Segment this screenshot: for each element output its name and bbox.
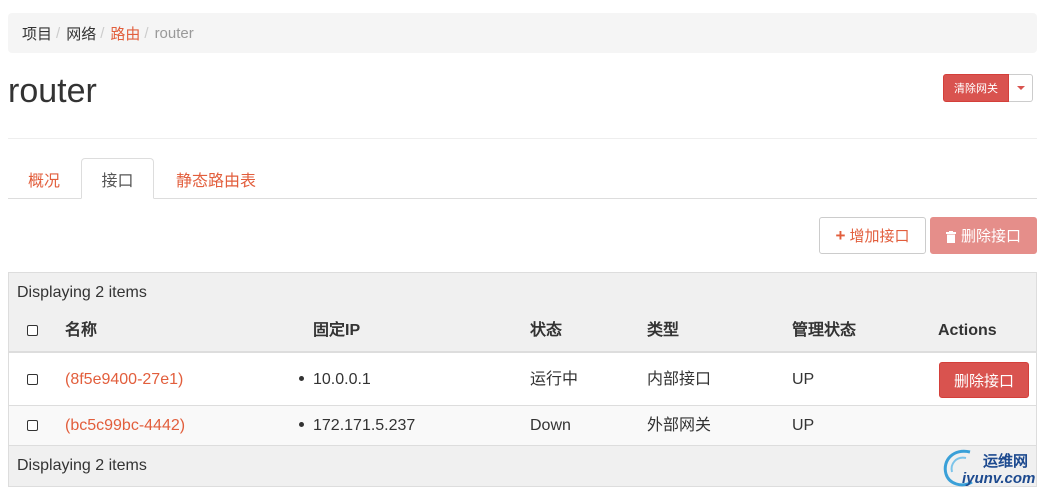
- interfaces-table: Displaying 2 items 名称 固定IP 状态 类型 管理状态 Ac…: [8, 272, 1037, 487]
- delete-interfaces-label: 删除接口: [960, 228, 1021, 245]
- fixed-ip-value: 10.0.0.1: [313, 371, 371, 388]
- tab-static-routes[interactable]: 静态路由表: [163, 158, 269, 199]
- breadcrumb-separator: /: [144, 24, 149, 42]
- type-cell: 内部接口: [647, 371, 712, 388]
- add-interface-label: 增加接口: [849, 228, 910, 245]
- breadcrumb: 项目 / 网络 / 路由 / router: [8, 13, 1037, 53]
- tab-overview[interactable]: 概况: [8, 158, 80, 199]
- page-title: router: [8, 72, 97, 110]
- caret-down-icon: [1016, 86, 1025, 90]
- table-row: (8f5e9400-27e1) 10.0.0.1 运行中 内部接口 UP 删除接…: [9, 353, 1036, 406]
- tab-interfaces[interactable]: 接口: [81, 158, 154, 199]
- clear-gateway-button[interactable]: 清除网关: [943, 74, 1009, 102]
- fixed-ip-cell: 172.171.5.237: [299, 416, 415, 436]
- bullet-icon: [299, 376, 304, 382]
- bullet-icon: [299, 422, 304, 428]
- table-item-count-footer: Displaying 2 items: [17, 457, 147, 474]
- table-caption-row: Displaying 2 items: [9, 273, 1036, 308]
- watermark-logo: 运维网 iyunv.com: [940, 446, 1040, 490]
- watermark-url: iyunv.com: [962, 470, 1036, 487]
- type-cell: 外部网关: [647, 417, 712, 434]
- fixed-ip-value: 172.171.5.237: [313, 417, 416, 434]
- row-checkbox[interactable]: [27, 374, 38, 385]
- table-item-count: Displaying 2 items: [17, 284, 147, 301]
- breadcrumb-item-routers[interactable]: 路由: [110, 23, 140, 44]
- column-header-fixed-ip[interactable]: 固定IP: [313, 321, 360, 341]
- table-footer-row: Displaying 2 items: [9, 446, 1036, 486]
- breadcrumb-item-current: router: [154, 24, 194, 42]
- fixed-ip-cell: 10.0.0.1: [299, 370, 371, 390]
- watermark-text: 运维网: [983, 453, 1029, 470]
- delete-interfaces-button[interactable]: 删除接口: [930, 217, 1037, 254]
- plus-icon: +: [835, 225, 846, 245]
- column-header-actions: Actions: [938, 322, 997, 339]
- router-actions: 清除网关: [943, 74, 1033, 102]
- admin-state-cell: UP: [792, 371, 815, 388]
- interface-name-link[interactable]: (8f5e9400-27e1): [65, 370, 183, 390]
- actions-dropdown-toggle[interactable]: [1009, 74, 1033, 102]
- table-header-row: 名称 固定IP 状态 类型 管理状态 Actions: [9, 308, 1036, 353]
- breadcrumb-item-project[interactable]: 项目: [22, 23, 52, 44]
- status-cell: 运行中: [530, 371, 579, 388]
- column-header-status[interactable]: 状态: [530, 321, 562, 341]
- column-header-type[interactable]: 类型: [647, 321, 679, 341]
- admin-state-cell: UP: [792, 417, 815, 434]
- row-checkbox[interactable]: [27, 420, 38, 431]
- table-row: (bc5c99bc-4442) 172.171.5.237 Down 外部网关 …: [9, 406, 1036, 446]
- interface-name-link[interactable]: (bc5c99bc-4442): [65, 416, 185, 436]
- divider: [8, 138, 1037, 139]
- status-cell: Down: [530, 417, 571, 434]
- delete-interface-button[interactable]: 删除接口: [939, 362, 1029, 398]
- breadcrumb-item-network[interactable]: 网络: [66, 23, 96, 44]
- column-header-admin-state[interactable]: 管理状态: [792, 321, 856, 341]
- tab-bar: 概况 接口 静态路由表: [8, 158, 1037, 199]
- select-all-checkbox[interactable]: [27, 325, 38, 336]
- add-interface-button[interactable]: + 增加接口: [819, 217, 926, 254]
- breadcrumb-separator: /: [100, 24, 105, 42]
- column-header-name[interactable]: 名称: [65, 321, 97, 341]
- trash-icon: [945, 230, 956, 243]
- breadcrumb-separator: /: [56, 24, 61, 42]
